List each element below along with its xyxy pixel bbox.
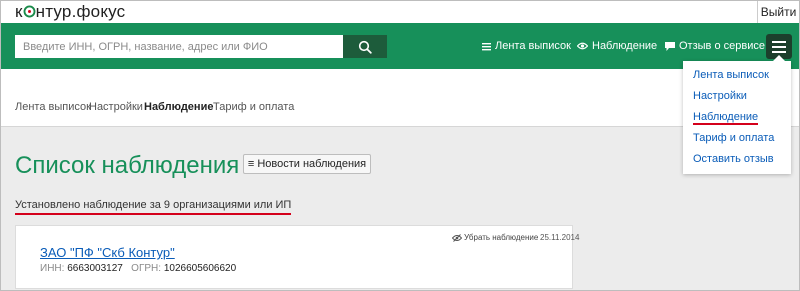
nav-feed-link[interactable]: Лента выписок [482, 23, 571, 69]
logo-contour-icon [23, 5, 36, 18]
nav-feedback-label: Отзыв о сервисе [679, 40, 765, 52]
organization-card: Убрать наблюдение 25.11.2014 ЗАО "ПФ "Ск… [15, 225, 579, 289]
eye-icon [577, 42, 588, 50]
logo-text-end: нтур.фокус [35, 2, 126, 21]
inn-value: 6663003127 [67, 263, 123, 274]
search-icon [358, 40, 372, 54]
dropdown-item-feed[interactable]: Лента выписок [693, 69, 769, 81]
subnav-item-watch[interactable]: Наблюдение [144, 101, 213, 113]
organization-identifiers: ИНН: 6663003127 ОГРН: 1026605606620 [40, 263, 236, 274]
eye-off-icon [452, 234, 462, 242]
unwatch-link[interactable]: Убрать наблюдение [452, 233, 538, 242]
main-header: Лента выписок Наблюдение Отзыв о сервисе [1, 23, 799, 69]
watch-date: 25.11.2014 [540, 233, 580, 242]
logo[interactable]: к нтур.фокус [15, 2, 125, 22]
dropdown-item-watch[interactable]: Наблюдение [693, 111, 759, 125]
unwatch-label: Убрать наблюдение [464, 233, 539, 242]
dropdown-item-settings[interactable]: Настройки [693, 90, 747, 102]
organization-name-link[interactable]: ЗАО "ПФ "Скб Контур" [40, 245, 175, 260]
page-title: Список наблюдения [15, 152, 240, 179]
top-bar: к нтур.фокус Выйти [1, 1, 799, 23]
nav-watch-link[interactable]: Наблюдение [577, 23, 657, 69]
speech-bubble-icon [665, 41, 675, 51]
ogrn-value: 1026605606620 [163, 263, 237, 274]
watch-news-button[interactable]: ≡ Новости наблюдения [243, 154, 371, 174]
search-button[interactable] [343, 35, 387, 58]
subnav-item-tariff[interactable]: Тариф и оплата [213, 101, 294, 113]
menu-dropdown: Лента выписок Настройки Наблюдение Тариф… [683, 55, 791, 174]
subnav-item-settings[interactable]: Настройки [89, 101, 143, 113]
inn-label: ИНН: [40, 263, 65, 274]
hamburger-icon [772, 40, 786, 43]
subnav-item-feed[interactable]: Лента выписок [15, 101, 91, 113]
news-button-label: ≡ Новости наблюдения [247, 158, 367, 170]
list-icon [482, 42, 491, 50]
logout-link[interactable]: Выйти [757, 1, 799, 23]
nav-feed-label: Лента выписок [495, 40, 571, 52]
search-input[interactable] [15, 35, 343, 58]
sub-navigation: Лента выписок Настройки Наблюдение Тариф… [1, 69, 799, 127]
ogrn-label: ОГРН: [131, 263, 162, 274]
logo-text-start: к [15, 2, 23, 21]
dropdown-item-tariff[interactable]: Тариф и оплата [693, 132, 774, 144]
nav-watch-label: Наблюдение [592, 40, 658, 52]
dropdown-item-feedback[interactable]: Оставить отзыв [693, 153, 774, 165]
watch-status-text: Установлено наблюдение за 9 организациям… [15, 199, 292, 215]
